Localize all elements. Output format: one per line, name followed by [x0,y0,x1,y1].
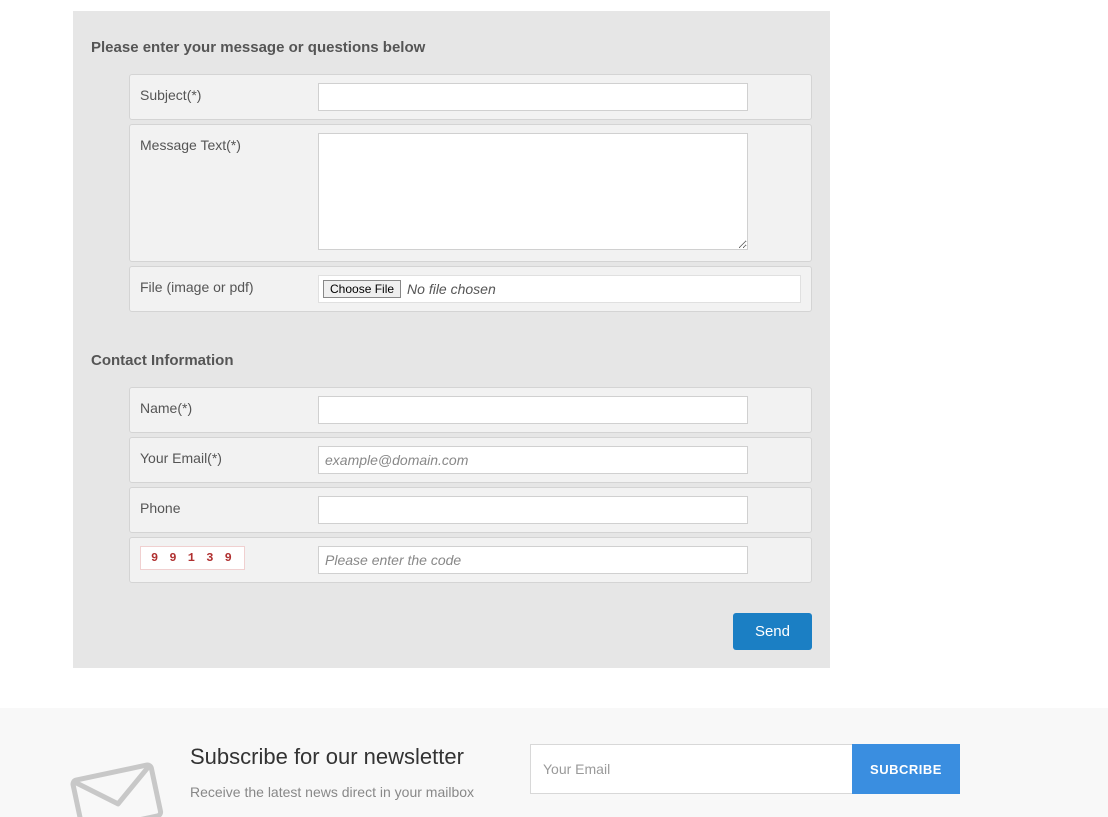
name-input[interactable] [318,396,748,424]
choose-file-button[interactable]: Choose File [323,280,401,298]
phone-row: Phone [129,487,812,533]
message-fields: Subject(*) Message Text(*) File (image o… [91,74,812,312]
no-file-text: No file chosen [407,281,496,297]
file-row: File (image or pdf) Choose File No file … [129,266,812,312]
newsletter-icon-wrap [0,744,190,817]
email-input[interactable] [318,446,748,474]
captcha-image: 9 9 1 3 9 [140,546,245,570]
captcha-row: 9 9 1 3 9 [129,537,812,583]
file-label: File (image or pdf) [140,275,318,295]
subject-label: Subject(*) [140,83,318,103]
contact-fields: Name(*) Your Email(*) Phone 9 9 1 3 9 [91,387,812,583]
message-textarea[interactable] [318,133,748,250]
subscribe-button[interactable]: SUBCRIBE [852,744,960,794]
name-row: Name(*) [129,387,812,433]
newsletter-email-input[interactable] [530,744,852,794]
newsletter-form: SUBCRIBE [530,744,960,817]
name-label: Name(*) [140,396,318,416]
message-label: Message Text(*) [140,133,318,153]
button-row: Send [91,613,812,650]
captcha-input[interactable] [318,546,748,574]
send-button[interactable]: Send [733,613,812,650]
newsletter-section: Subscribe for our newsletter Receive the… [0,708,1108,817]
email-row: Your Email(*) [129,437,812,483]
message-section-title: Please enter your message or questions b… [91,39,812,56]
file-input-wrap[interactable]: Choose File No file chosen [318,275,801,303]
contact-section-title: Contact Information [91,352,812,369]
newsletter-subtitle: Receive the latest news direct in your m… [190,784,520,800]
newsletter-title: Subscribe for our newsletter [190,744,520,770]
message-row: Message Text(*) [129,124,812,262]
envelope-icon [62,754,172,817]
newsletter-text: Subscribe for our newsletter Receive the… [190,744,520,817]
contact-form-panel: Please enter your message or questions b… [73,11,830,668]
subject-row: Subject(*) [129,74,812,120]
subject-input[interactable] [318,83,748,111]
phone-label: Phone [140,496,318,516]
phone-input[interactable] [318,496,748,524]
email-label: Your Email(*) [140,446,318,466]
